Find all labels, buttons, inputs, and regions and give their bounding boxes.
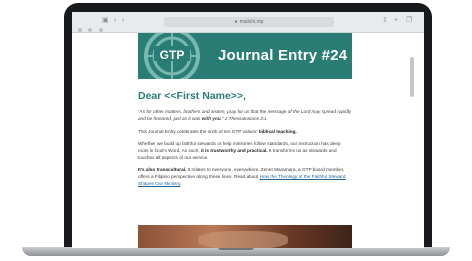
email-page: GTP Journal Entry #24 Dear <<First Name>… — [72, 33, 416, 248]
close-window-button[interactable] — [78, 28, 82, 32]
forward-icon[interactable]: › — [122, 17, 124, 25]
journal-banner: GTP Journal Entry #24 — [138, 33, 352, 79]
laptop-screen: ▣ ‹ › ● mailchi.mp ⇧ + ❐ GTP Journal Entr… — [72, 12, 424, 248]
instruction-paragraph: Whether we build up faithful stewards or… — [138, 141, 341, 160]
zoom-window-button[interactable] — [98, 28, 103, 32]
address-bar[interactable]: ● mailchi.mp — [164, 17, 334, 27]
sidebar-icon[interactable]: ▣ — [102, 17, 109, 25]
intro-paragraph: This Journal Entry celebrates the sixth … — [138, 129, 297, 134]
url-text: mailchi.mp — [239, 19, 264, 25]
email-body: Dear <<First Name>>, “As for other matte… — [138, 90, 352, 192]
share-icon[interactable]: ⇧ — [382, 17, 388, 25]
scripture-quote: “As for other matters, brothers and sist… — [138, 109, 352, 121]
greeting: Dear <<First Name>>, — [138, 90, 246, 102]
gtp-logo: GTP — [144, 33, 200, 79]
transcultural-paragraph: It’s also transcultural. It relates to e… — [138, 167, 346, 186]
logo-text: GTP — [160, 48, 185, 62]
lock-icon: ● — [234, 19, 238, 25]
browser-toolbar: ▣ ‹ › ● mailchi.mp ⇧ + ❐ — [72, 12, 424, 33]
minimize-window-button[interactable] — [88, 28, 93, 32]
banner-title: Journal Entry #24 — [218, 47, 348, 64]
tabs-icon[interactable]: ❐ — [406, 17, 412, 25]
hands-photo — [138, 225, 352, 248]
back-icon[interactable]: ‹ — [114, 17, 116, 25]
scrollbar[interactable] — [410, 57, 414, 97]
new-tab-icon[interactable]: + — [394, 17, 398, 25]
